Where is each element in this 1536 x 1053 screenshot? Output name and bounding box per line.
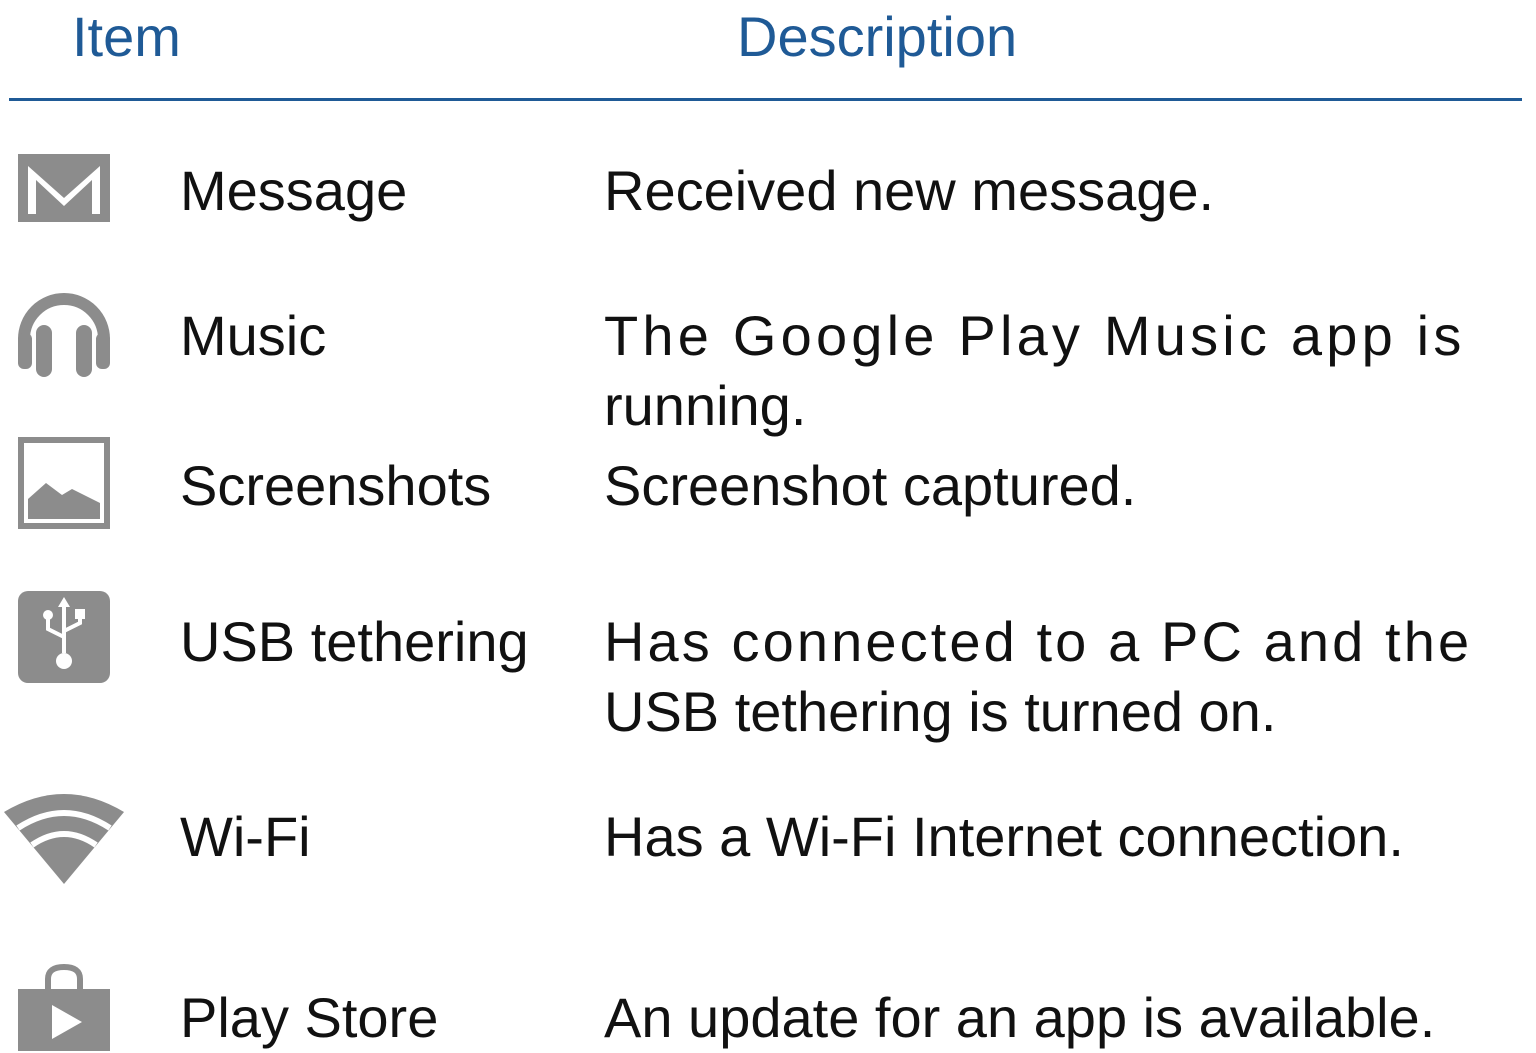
row-description: The Google Play Music app is running. bbox=[604, 301, 1518, 441]
row-description: Has connected to a PC and the USB tether… bbox=[604, 607, 1518, 747]
play-store-icon bbox=[16, 963, 112, 1051]
row-description: Has a Wi-Fi Internet connection. bbox=[604, 802, 1518, 872]
row-label: Play Store bbox=[180, 986, 439, 1049]
mail-icon bbox=[18, 154, 110, 222]
row-description: Received new message. bbox=[604, 156, 1518, 226]
description-line: Has a Wi-Fi Internet connection. bbox=[604, 805, 1404, 868]
description-line: The Google Play Music app is bbox=[604, 304, 1466, 367]
description-line: Screenshot captured. bbox=[604, 454, 1137, 517]
column-header-description: Description bbox=[737, 5, 1018, 68]
description-line: An update for an app is available. bbox=[604, 986, 1436, 1049]
wifi-icon bbox=[4, 790, 124, 886]
description-line: Has connected to a PC and the bbox=[604, 610, 1473, 673]
row-label: USB tethering bbox=[180, 610, 529, 673]
image-icon bbox=[18, 437, 110, 529]
usb-icon bbox=[18, 591, 110, 683]
row-label: Message bbox=[180, 159, 408, 222]
description-line: Received new message. bbox=[604, 159, 1215, 222]
row-label: Wi-Fi bbox=[180, 805, 311, 868]
row-description: Screenshot captured. bbox=[604, 451, 1518, 521]
description-line: running. bbox=[604, 374, 807, 437]
header-divider bbox=[9, 98, 1522, 101]
description-line: USB tethering is turned on. bbox=[604, 680, 1277, 743]
column-header-item: Item bbox=[72, 5, 181, 68]
row-label: Screenshots bbox=[180, 454, 492, 517]
headphones-icon bbox=[18, 283, 110, 377]
row-description: An update for an app is available. bbox=[604, 983, 1518, 1053]
row-label: Music bbox=[180, 304, 327, 367]
